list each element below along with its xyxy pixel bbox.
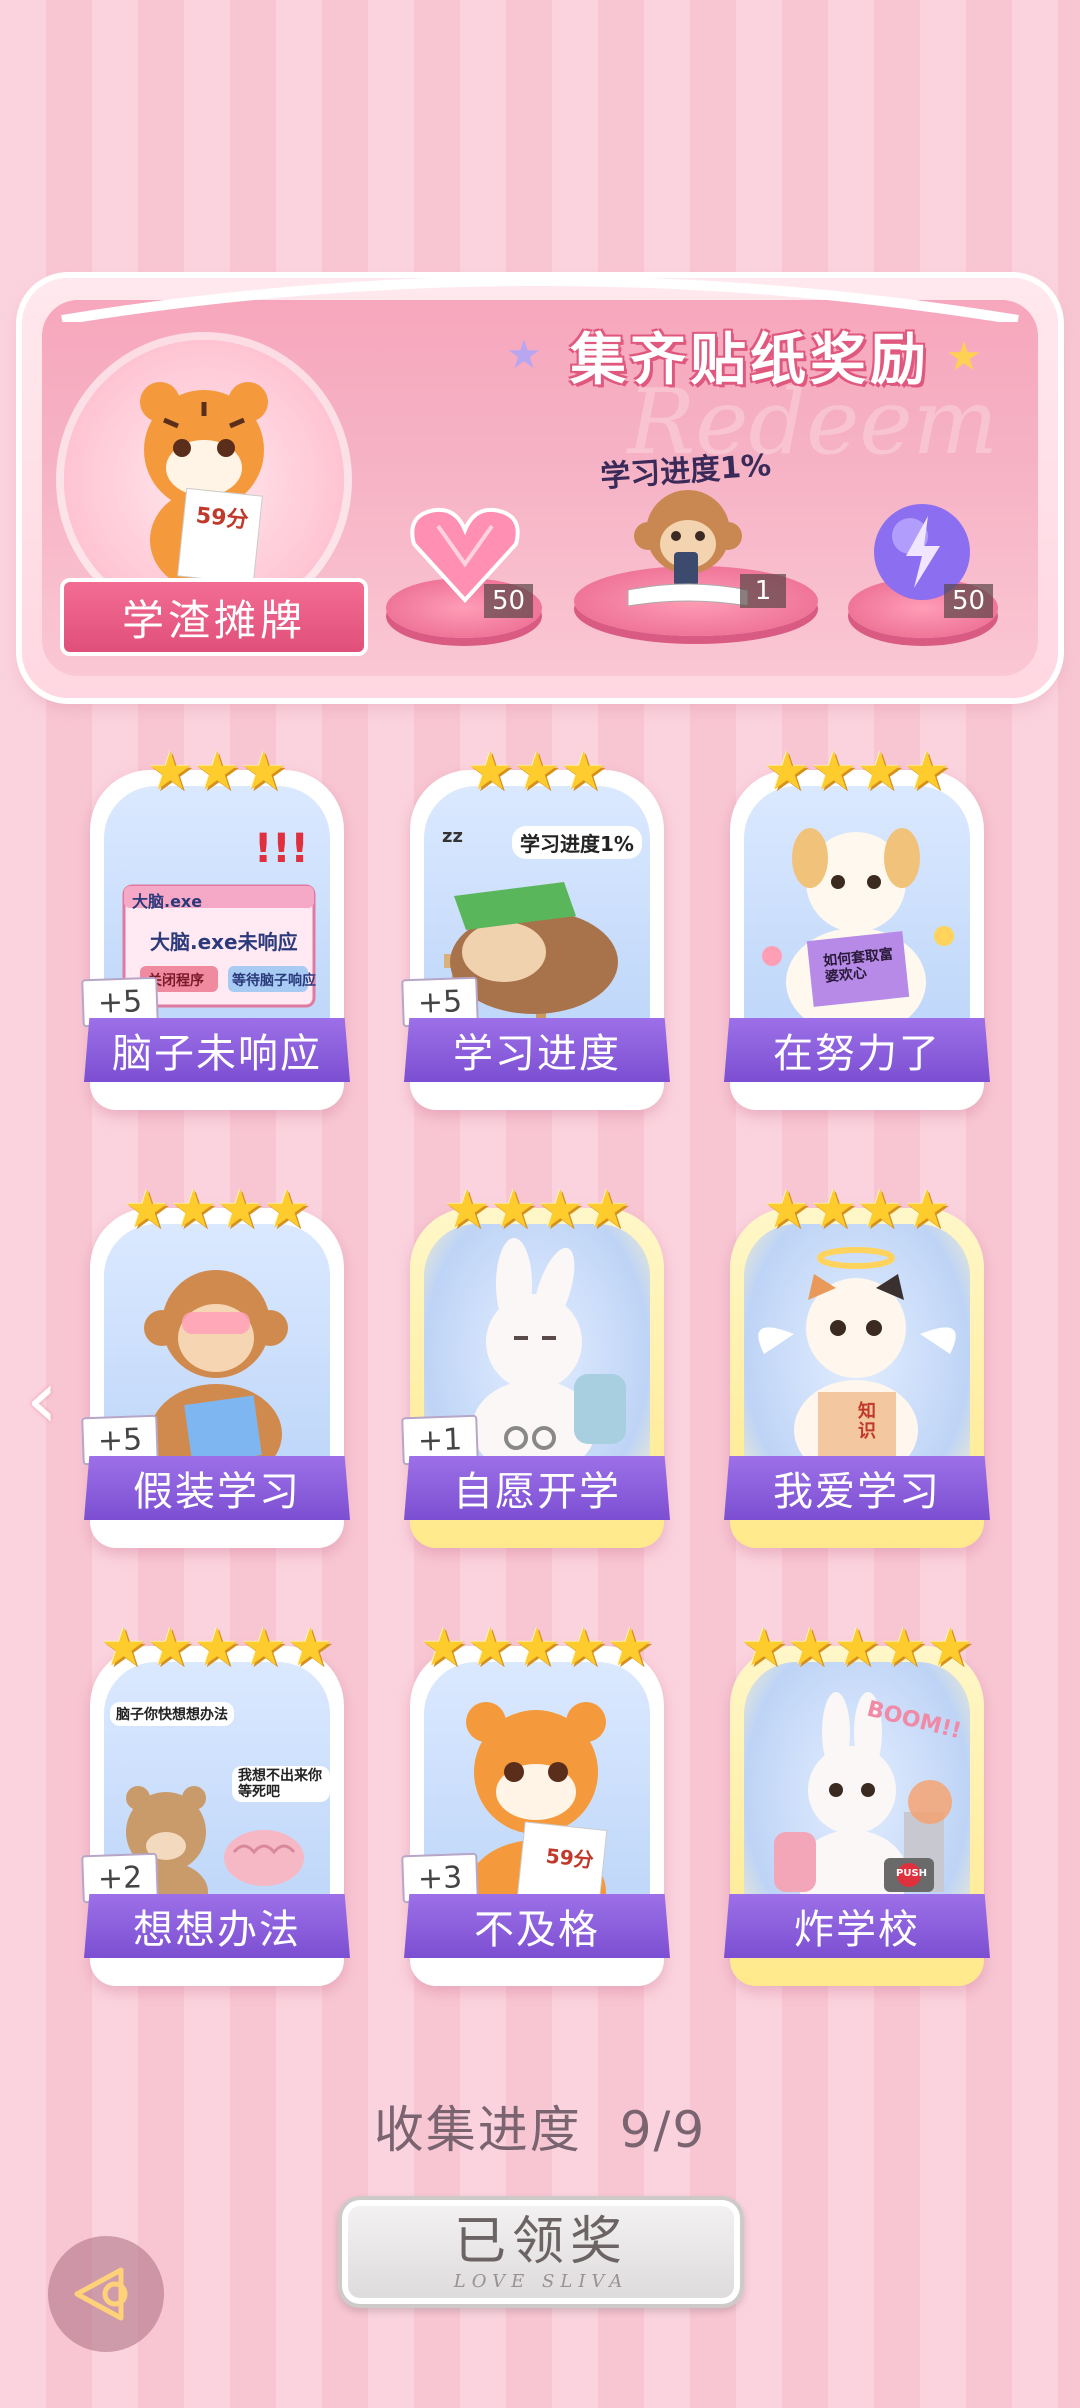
banner-title: 集齐贴纸奖励 xyxy=(570,327,930,393)
star-icon: ★ xyxy=(467,1618,514,1678)
monkey-study-sticker-icon xyxy=(627,490,749,607)
star-icon: ★ xyxy=(217,1180,264,1240)
sticker-card[interactable]: 学习进度1% zz ★ ★ ★ +5 学习进度 xyxy=(401,742,670,1110)
star-rating: ★ ★ ★ xyxy=(410,742,664,798)
star-icon: ★ xyxy=(560,742,607,802)
star-icon: ★ xyxy=(857,1180,904,1240)
star-icon: ★ xyxy=(467,742,514,802)
collect-progress-value: 9/9 xyxy=(619,2101,707,2159)
star-icon: ★ xyxy=(100,1618,148,1678)
card-label: 脑子未响应 xyxy=(84,1018,350,1082)
star-rating: ★ ★ ★ ★ ★ xyxy=(90,1618,344,1674)
star-icon: ★ xyxy=(810,1180,857,1240)
sticker-card[interactable]: 如何套取富婆欢心 ★ ★ ★ ★ 在努力了 xyxy=(724,742,990,1110)
star-icon: ★ xyxy=(193,1618,241,1678)
claimed-button-label: 已领奖 xyxy=(453,2211,628,2272)
star-icon: ★ xyxy=(833,1618,881,1678)
star-icon: ★ xyxy=(513,742,561,802)
star-icon: ★ xyxy=(857,742,904,802)
star-rating: ★ ★ ★ xyxy=(90,742,344,798)
tiger-paper-score: 59分 xyxy=(194,503,250,534)
star-icon: ★ xyxy=(740,1618,788,1678)
zzz-text: zz xyxy=(442,826,463,847)
back-button[interactable] xyxy=(48,2236,164,2352)
star-icon: ★ xyxy=(123,1180,171,1240)
star-icon: ★ xyxy=(926,1618,974,1678)
sticker-card[interactable]: 大脑.exe 大脑.exe未响应 关闭程序 等待脑子响应 !!! ★ ★ ★ +5 … xyxy=(81,742,350,1110)
exclaim-marks: !!! xyxy=(254,826,309,872)
star-icon: ★ xyxy=(763,1180,811,1240)
star-icon: ★ xyxy=(787,1618,834,1678)
sticker-card[interactable]: ★ ★ ★ ★ +1 自愿开学 xyxy=(401,1180,670,1548)
sticker-card[interactable]: 59分 ★ ★ ★ ★ ★ +3 不及格 xyxy=(401,1618,670,1986)
nameplate: 学渣摊牌 xyxy=(60,578,368,656)
sticker-card[interactable]: 知识 ★ ★ ★ ★ 我爱学习 xyxy=(724,1180,990,1548)
reward-count-2: 1 xyxy=(740,574,786,608)
speech-bubble-2: 我想不出来你等死吧 xyxy=(232,1766,330,1802)
card-label: 我爱学习 xyxy=(724,1456,990,1520)
star-icon: ★ xyxy=(240,1618,287,1678)
star-icon: ★ xyxy=(443,1180,491,1240)
star-icon: ★ xyxy=(147,742,194,802)
star-rating: ★ ★ ★ ★ xyxy=(410,1180,664,1236)
back-arrow-icon xyxy=(74,2267,128,2321)
speech-bubble-1: 脑子你快想想办法 xyxy=(110,1702,234,1726)
card-label: 想想办法 xyxy=(84,1894,350,1958)
star-icon: ★ xyxy=(240,742,287,802)
card-label: 在努力了 xyxy=(724,1018,990,1082)
star-icon: ★ xyxy=(810,742,857,802)
sticker-card[interactable]: BOOM!! PUSH ★ ★ ★ ★ ★ 炸学校 xyxy=(724,1618,990,1986)
window-title: 大脑.exe xyxy=(132,892,203,911)
star-icon: ★ xyxy=(170,1180,217,1240)
star-icon: ★ xyxy=(763,742,811,802)
test-score: 59分 xyxy=(544,1843,595,1873)
collect-progress: 收集进度 9/9 xyxy=(0,2090,1080,2162)
star-rating: ★ ★ ★ ★ xyxy=(730,742,984,798)
speech-bubble: 学习进度1% xyxy=(512,826,642,859)
star-rating: ★ ★ ★ ★ ★ xyxy=(730,1618,984,1674)
star-icon: ★ xyxy=(880,1618,927,1678)
star-icon: ★ xyxy=(903,742,951,802)
star-icon: ★ xyxy=(420,1618,468,1678)
card-label: 炸学校 xyxy=(724,1894,990,1958)
window-message: 大脑.exe未响应 xyxy=(150,930,298,954)
star-icon: ★ xyxy=(903,1180,951,1240)
purple-star-icon: ★ xyxy=(506,332,542,378)
banner-title-wrap: 集齐贴纸奖励 xyxy=(540,315,960,395)
reward-count-1: 50 xyxy=(484,584,534,618)
banner-arc xyxy=(61,276,1019,322)
claimed-button[interactable]: 已领奖 LOVE SLIVA xyxy=(338,2196,744,2308)
star-icon: ★ xyxy=(286,1618,334,1678)
card-label: 假装学习 xyxy=(84,1456,350,1520)
card-label: 学习进度 xyxy=(404,1018,670,1082)
window-btn-wait: 等待脑子响应 xyxy=(232,973,316,989)
star-icon: ★ xyxy=(263,1180,311,1240)
previous-page-arrow-icon[interactable]: ‹ xyxy=(26,1360,66,1440)
card-label: 不及格 xyxy=(404,1894,670,1958)
sticker-card[interactable]: 脑子你快想想办法 我想不出来你等死吧 ★ ★ ★ ★ ★ +2 想想办法 xyxy=(81,1618,350,1986)
card-label: 自愿开学 xyxy=(404,1456,670,1520)
star-icon: ★ xyxy=(147,1618,194,1678)
star-rating: ★ ★ ★ ★ ★ xyxy=(410,1618,664,1674)
star-icon: ★ xyxy=(490,1180,537,1240)
star-icon: ★ xyxy=(537,1180,584,1240)
push-text: PUSH xyxy=(896,1868,928,1879)
star-icon: ★ xyxy=(193,742,241,802)
claimed-button-sub: LOVE SLIVA xyxy=(453,2270,629,2292)
star-rating: ★ ★ ★ ★ xyxy=(730,1180,984,1236)
collect-progress-label: 收集进度 xyxy=(373,2101,582,2159)
star-icon: ★ xyxy=(606,1618,654,1678)
star-icon: ★ xyxy=(513,1618,561,1678)
book-title: 知识 xyxy=(858,1401,876,1442)
star-icon: ★ xyxy=(560,1618,607,1678)
sticker-card[interactable]: ★ ★ ★ ★ +5 假装学习 xyxy=(81,1180,350,1548)
reward-count-3: 50 xyxy=(944,584,994,618)
star-rating: ★ ★ ★ ★ xyxy=(90,1180,344,1236)
star-icon: ★ xyxy=(583,1180,631,1240)
